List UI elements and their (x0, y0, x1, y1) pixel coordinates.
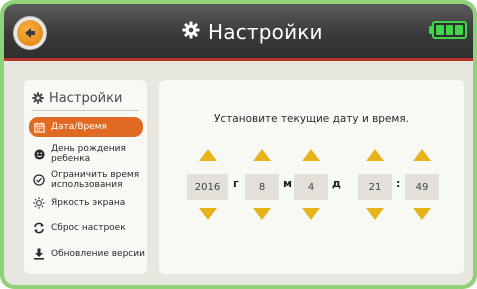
download-icon (33, 247, 45, 261)
device-frame: Настройки Настройки Дата/Время День рожд… (0, 0, 477, 289)
sidebar-item-label: День рождения ребенка (51, 144, 126, 164)
day-down-arrow-icon[interactable] (301, 207, 321, 221)
header-bar: Настройки (4, 4, 473, 58)
reset-icon (33, 221, 45, 235)
sidebar-item-label: Ограничить время использования (51, 170, 140, 190)
year-unit-label: г (233, 177, 239, 190)
back-button[interactable] (13, 16, 47, 50)
time-separator: : (396, 177, 401, 190)
month-up-arrow-icon[interactable] (252, 148, 272, 162)
day-up-arrow-icon[interactable] (301, 148, 321, 162)
date-time-panel: Установите текущие дату и время. 2016 г … (159, 80, 464, 274)
sidebar-item-brightness[interactable]: Яркость экрана (29, 193, 143, 213)
sidebar-divider (32, 110, 139, 111)
day-field[interactable]: 4 (294, 174, 328, 200)
page-title: Настройки (208, 20, 323, 44)
smiley-icon (33, 147, 45, 161)
day-unit-label: д (332, 177, 341, 190)
calendar-icon (33, 120, 45, 134)
minute-down-arrow-icon[interactable] (412, 207, 432, 221)
minute-up-arrow-icon[interactable] (412, 148, 432, 162)
battery-icon (429, 21, 467, 39)
year-field[interactable]: 2016 (187, 174, 228, 200)
header-divider (4, 58, 473, 61)
gear-icon (182, 21, 200, 43)
hour-field[interactable]: 21 (358, 174, 392, 200)
sidebar-item-update[interactable]: Обновление версии (29, 244, 145, 264)
clock-icon (33, 173, 45, 187)
minute-field[interactable]: 49 (405, 174, 439, 200)
month-unit-label: м (283, 177, 292, 190)
sidebar-item-reset[interactable]: Сброс настроек (29, 218, 143, 238)
sidebar-item-child-birthday[interactable]: День рождения ребенка (29, 142, 143, 166)
back-arrow-icon (17, 20, 43, 46)
hour-down-arrow-icon[interactable] (365, 207, 385, 221)
sidebar-item-label: Обновление версии (51, 249, 145, 259)
sidebar: Настройки Дата/Время День рождения ребен… (24, 80, 147, 274)
month-down-arrow-icon[interactable] (252, 207, 272, 221)
sidebar-item-label: Яркость экрана (51, 198, 126, 208)
sidebar-item-label: Дата/Время (51, 122, 107, 132)
hour-up-arrow-icon[interactable] (365, 148, 385, 162)
sidebar-item-time-limit[interactable]: Ограничить время использования (29, 168, 143, 192)
sun-icon (33, 196, 45, 210)
sidebar-item-date-time[interactable]: Дата/Время (29, 117, 143, 137)
screen: Настройки Настройки Дата/Время День рожд… (4, 4, 473, 285)
sidebar-item-label: Сброс настроек (51, 223, 126, 233)
instruction-text: Установите текущие дату и время. (214, 113, 409, 125)
sidebar-title: Настройки (49, 90, 123, 106)
year-up-arrow-icon[interactable] (198, 148, 218, 162)
year-down-arrow-icon[interactable] (198, 207, 218, 221)
sidebar-gear-icon (32, 89, 44, 108)
month-field[interactable]: 8 (245, 174, 279, 200)
